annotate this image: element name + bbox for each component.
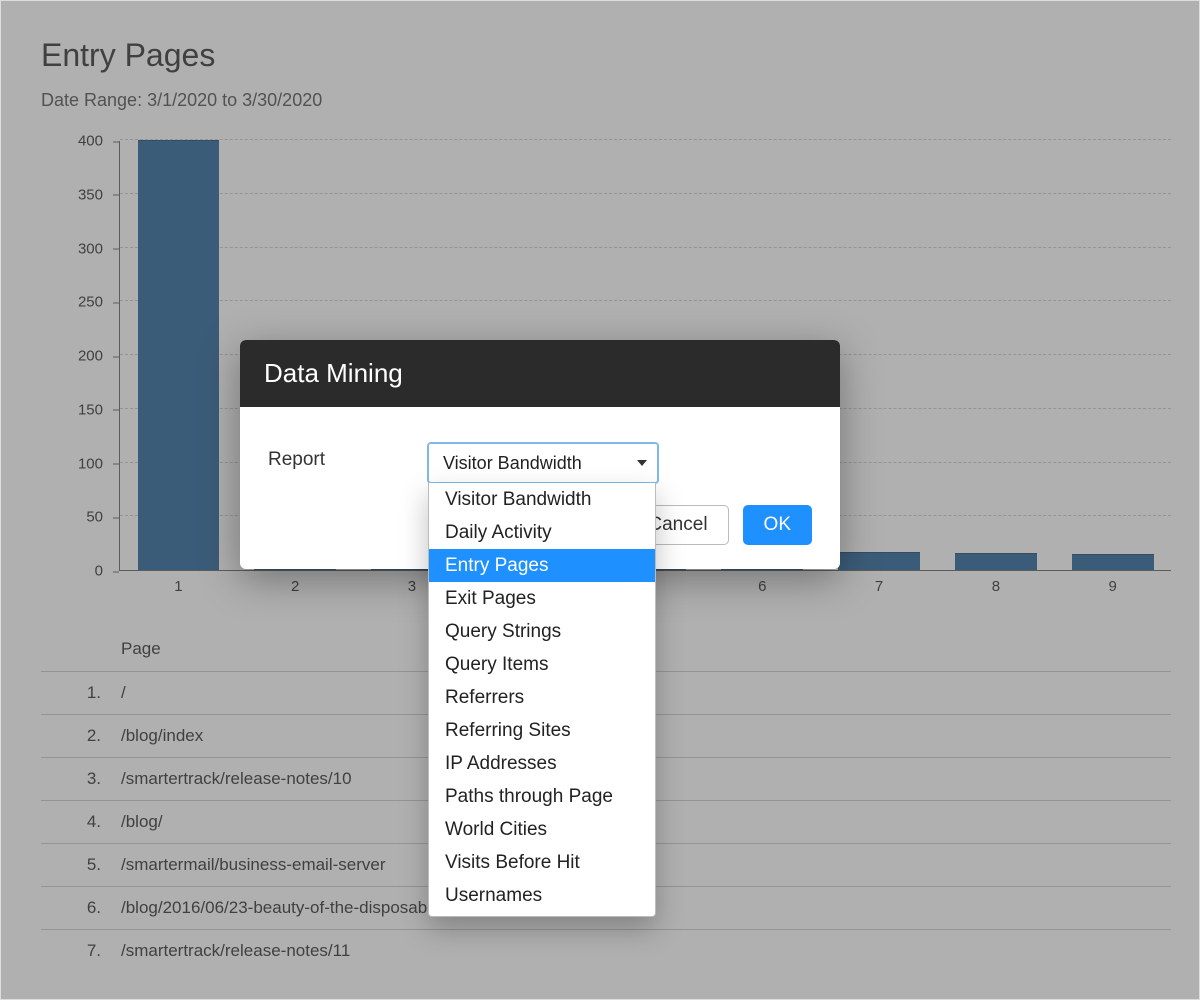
dropdown-option[interactable]: Exit Pages [429, 582, 655, 615]
report-label: Report [268, 443, 428, 471]
chevron-down-icon [637, 460, 647, 466]
dropdown-option[interactable]: Daily Activity [429, 516, 655, 549]
dropdown-option[interactable]: Visitor Bandwidth [429, 483, 655, 516]
report-select-value: Visitor Bandwidth [443, 453, 582, 474]
dropdown-option[interactable]: Entry Pages [429, 549, 655, 582]
report-select[interactable]: Visitor Bandwidth [428, 443, 658, 483]
page-frame: Entry Pages Date Range: 3/1/2020 to 3/30… [0, 0, 1200, 1000]
ok-button[interactable]: OK [743, 505, 812, 545]
dropdown-option[interactable]: Usernames [429, 879, 655, 912]
dropdown-option[interactable]: World Cities [429, 813, 655, 846]
dropdown-option[interactable]: Query Strings [429, 615, 655, 648]
dropdown-option[interactable]: Referring Sites [429, 714, 655, 747]
dropdown-option[interactable]: Visits Before Hit [429, 846, 655, 879]
dropdown-option[interactable]: Query Items [429, 648, 655, 681]
dropdown-option[interactable]: IP Addresses [429, 747, 655, 780]
dropdown-option[interactable]: Paths through Page [429, 780, 655, 813]
report-dropdown[interactable]: Visitor BandwidthDaily ActivityEntry Pag… [428, 483, 656, 917]
data-mining-modal: Data Mining Report Visitor Bandwidth Vis… [240, 340, 840, 569]
dropdown-option[interactable]: Referrers [429, 681, 655, 714]
modal-title: Data Mining [240, 340, 840, 407]
